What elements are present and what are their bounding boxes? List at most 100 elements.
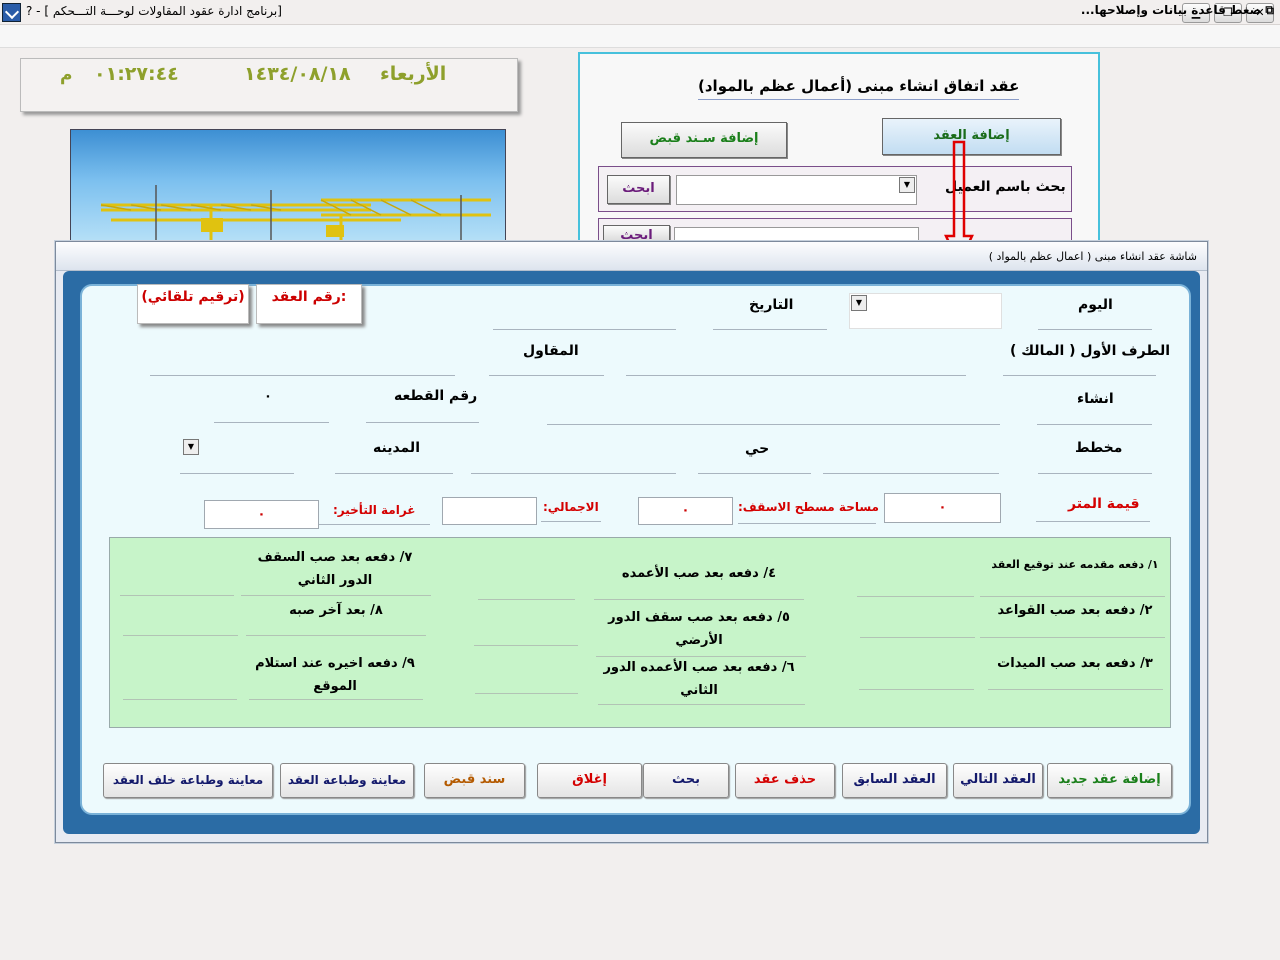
payment-4-field[interactable] <box>478 598 575 600</box>
meter-value-field[interactable]: ٠ <box>884 493 1001 523</box>
payment-9-label-line2: الموقع <box>313 679 357 694</box>
payment-2-underline <box>980 636 1165 638</box>
payment-1-underline <box>980 595 1165 597</box>
app-icon[interactable] <box>2 3 21 22</box>
hijri-date: ١٤٣٤/٠٨/١٨ <box>244 63 351 85</box>
plot-number-label: رقم القطعه <box>394 388 478 404</box>
city-label-underline <box>335 472 453 474</box>
contractor-label: المقاول <box>523 343 579 359</box>
time-period: م <box>60 65 73 85</box>
contractor-field[interactable] <box>150 374 455 376</box>
cranes-image <box>100 185 491 242</box>
roof-area-underline <box>738 522 876 524</box>
payment-7-label-line2: الدور الثاني <box>297 573 373 588</box>
plan-field[interactable] <box>823 472 999 474</box>
menu-bar <box>0 25 1280 48</box>
district-field[interactable] <box>471 472 676 474</box>
day-field[interactable] <box>849 293 1002 329</box>
payment-2-field[interactable] <box>860 636 975 638</box>
current-time: ٠١:٢٧:٤٤ <box>94 63 179 85</box>
menu-item-icon: ⧉ <box>1261 3 1274 17</box>
payment-8-field[interactable] <box>123 634 238 636</box>
contract-number-label: رقم العقد: <box>271 289 347 305</box>
payment-4-underline <box>594 598 804 600</box>
print-contract-back-button[interactable]: معاينة وطباعة خلف العقد <box>103 763 273 798</box>
delay-penalty-field[interactable]: ٠ <box>204 500 319 529</box>
construction-field[interactable] <box>547 423 1000 425</box>
cranes-photo <box>70 129 506 243</box>
roof-area-label: مساحة مسطح الاسقف: <box>738 500 879 514</box>
first-party-label: الطرف الأول ( المالك ) <box>1010 343 1171 359</box>
new-contract-button[interactable]: إضافة عقد جديد <box>1047 763 1172 798</box>
date-field[interactable] <box>493 328 676 330</box>
district-label-underline <box>698 472 811 474</box>
plan-underline <box>1038 472 1152 474</box>
search-client-button[interactable]: ابحث <box>607 175 670 204</box>
auto-number-box: (ترقيم تلقائي) <box>137 284 249 324</box>
chevron-down-icon[interactable]: ▼ <box>899 177 915 193</box>
payment-3-label: ٣/ دفعه بعد صب الميدات <box>997 656 1153 671</box>
day-underline <box>1038 328 1152 330</box>
close-dialog-button[interactable]: إغلاق <box>537 763 642 798</box>
payment-8-underline <box>246 634 426 636</box>
district-label: حي <box>745 441 770 457</box>
next-contract-button[interactable]: العقد التالي <box>953 763 1043 798</box>
payment-5-label-line2: الأرضي <box>675 633 723 648</box>
menu-item-label: ضغط قاعدة بيانات وإصلاحها... <box>1080 3 1262 17</box>
delay-penalty-underline <box>319 523 430 525</box>
payment-5-underline <box>596 655 806 657</box>
search-button[interactable]: بحث <box>643 763 729 798</box>
payment-8-label: ٨/ بعد آخر صبه <box>289 603 383 618</box>
delay-penalty-label: غرامة التأخير: <box>333 503 416 517</box>
payment-6-field[interactable] <box>475 692 578 694</box>
payment-2-label: ٢/ دفعه بعد صب القواعد <box>997 603 1153 618</box>
add-receipt-button[interactable]: إضافة سـند قبض <box>621 122 787 158</box>
window-title: [برنامج ادارة عقود المقاولات لوحـــة الت… <box>26 4 282 18</box>
contract-type-title: عقد اتفاق انشاء مبنى (أعمال عظم بالمواد) <box>698 77 1020 100</box>
total-field[interactable] <box>442 497 537 525</box>
payment-3-field[interactable] <box>859 688 974 690</box>
number-search-combo[interactable] <box>674 227 919 242</box>
plot-label-underline <box>366 421 479 423</box>
payment-9-underline <box>249 698 423 700</box>
total-underline <box>541 520 601 522</box>
client-search-combo[interactable] <box>676 175 917 205</box>
chevron-down-icon[interactable]: ▼ <box>851 295 867 311</box>
plot-number-value: ٠ <box>264 389 272 404</box>
payment-9-label-line1: ٩/ دفعه اخيره عند استلام <box>255 656 415 671</box>
plan-label: مخطط <box>1075 440 1123 456</box>
print-contract-button[interactable]: معاينة وطباعة العقد <box>280 763 414 798</box>
delete-contract-button[interactable]: حذف عقد <box>735 763 835 798</box>
plot-number-field[interactable] <box>214 421 329 423</box>
date-label-underline <box>713 328 827 330</box>
auto-number-text: (ترقيم تلقائي) <box>141 289 245 305</box>
city-label: المدينه <box>373 440 420 456</box>
payment-3-underline <box>988 688 1163 690</box>
payment-5-label-line1: ٥/ دفعه بعد صب سقف الدور <box>608 610 790 625</box>
payment-6-label-line1: ٦/ دفعه بعد صب الأعمده الدور <box>603 660 795 675</box>
previous-contract-button[interactable]: العقد السابق <box>842 763 947 798</box>
meter-value-underline <box>1036 520 1150 522</box>
receipt-button[interactable]: سند قبض <box>424 763 525 798</box>
construction-label: انشاء <box>1077 391 1114 407</box>
contractor-label-underline <box>489 374 604 376</box>
payment-1-field[interactable] <box>857 595 974 597</box>
date-label: التاريخ <box>749 297 794 313</box>
city-field[interactable] <box>180 472 294 474</box>
day-name: الأربعاء <box>380 63 447 85</box>
compact-database-menu-item[interactable]: ⧉ ضغط قاعدة بيانات وإصلاحها... <box>1081 3 1274 18</box>
chevron-down-icon[interactable]: ▼ <box>183 439 199 455</box>
payment-7-label-line1: ٧/ دفعه بعد صب السقف <box>257 550 413 565</box>
dialog-title: شاشة عقد انشاء مبنى ( اعمال عظم بالمواد … <box>988 250 1197 263</box>
search-number-button[interactable]: ابحث <box>603 225 670 242</box>
payment-4-label: ٤/ دفعه بعد صب الأعمده <box>621 566 777 581</box>
payment-7-field[interactable] <box>120 594 234 596</box>
construction-underline <box>1037 423 1152 425</box>
first-party-underline <box>1003 374 1156 376</box>
first-party-field[interactable] <box>626 374 966 376</box>
roof-area-field[interactable]: ٠ <box>638 497 733 525</box>
contract-number-box: رقم العقد: <box>256 284 362 324</box>
payment-9-field[interactable] <box>123 698 237 700</box>
payment-5-field[interactable] <box>474 644 578 646</box>
day-label: اليوم <box>1078 297 1113 313</box>
